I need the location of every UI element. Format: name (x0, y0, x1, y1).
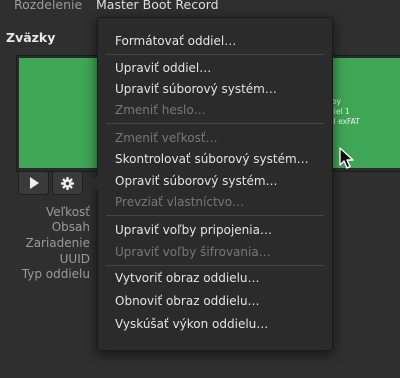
menu-item-repair-filesystem[interactable]: Opraviť súborový systém… (115, 174, 278, 188)
menu-item-edit-filesystem[interactable]: Upraviť súborový systém… (115, 82, 277, 96)
menu-item-edit-partition[interactable]: Upraviť oddiel… (115, 61, 211, 75)
menu-item-check-filesystem[interactable]: Skontrolovať súborový systém… (115, 152, 309, 166)
uuid-label: UUID (59, 252, 90, 266)
menu-item-change-passphrase: Zmeniť heslo… (115, 103, 206, 117)
partitioning-label: Rozdelenie (14, 0, 83, 12)
mount-button[interactable] (18, 171, 49, 195)
menu-item-format-partition[interactable]: Formátovať oddiel… (115, 34, 236, 48)
menu-item-benchmark-partition[interactable]: Vyskúšať výkon oddielu… (115, 317, 268, 331)
menu-item-edit-encryption-options: Upraviť voľby šifrovania… (115, 245, 271, 259)
device-label: Zariadenie (25, 236, 90, 250)
menu-item-restore-partition-image[interactable]: Obnoviť obraz oddielu… (115, 294, 260, 308)
mouse-pointer-icon (339, 147, 354, 169)
gear-icon (61, 176, 74, 190)
menu-separator (106, 265, 324, 266)
partition-label-line3: el exFAT (329, 117, 360, 126)
menu-item-take-ownership: Prevziať vlastníctvo… (115, 195, 245, 209)
menu-separator (106, 123, 324, 124)
play-icon (29, 177, 39, 189)
size-label: Veľkosť (46, 205, 90, 219)
partition-type-label: Typ oddielu (21, 267, 90, 281)
menu-separator (106, 215, 324, 216)
menu-separator (106, 54, 324, 55)
partition-options-button[interactable] (52, 171, 83, 195)
menu-item-edit-mount-options[interactable]: Upraviť voľby pripojenia… (115, 223, 272, 237)
menu-item-resize: Zmeniť veľkosť… (115, 131, 218, 145)
menu-item-create-partition-image[interactable]: Vytvoriť obraz oddielu… (115, 271, 260, 285)
volumes-title: Zväzky (6, 30, 56, 45)
partitioning-value: Master Boot Record (96, 0, 219, 12)
contents-label: Obsah (51, 220, 90, 234)
partition-context-menu: Formátovať oddiel… Upraviť oddiel… Uprav… (90, 17, 333, 351)
